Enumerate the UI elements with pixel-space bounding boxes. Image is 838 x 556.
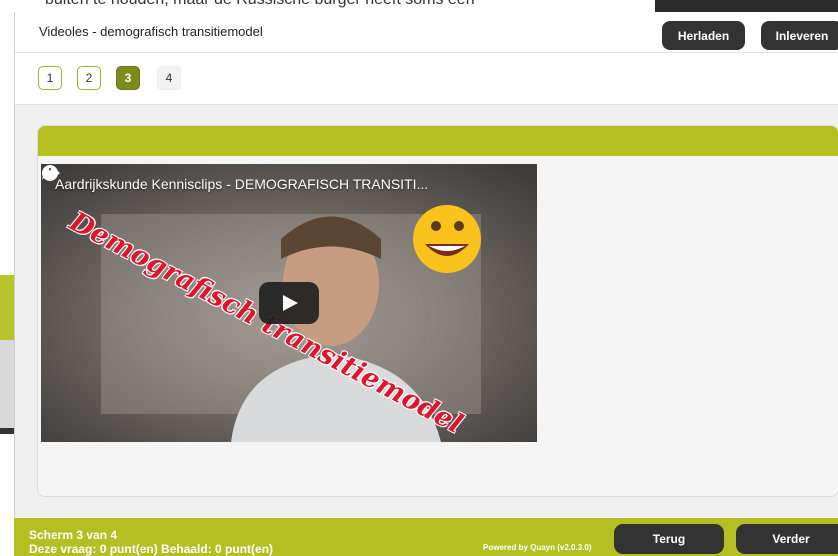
background-dark-line [0, 428, 14, 434]
page-navigator: 1 2 3 4 [15, 53, 838, 105]
video-player[interactable]: Aardrijkskunde Kennisclips - DEMOGRAFISC… [41, 164, 537, 442]
video-title: Aardrijkskunde Kennisclips - DEMOGRAFISC… [55, 176, 429, 192]
page-button-1[interactable]: 1 [38, 66, 62, 90]
share-icon[interactable] [41, 164, 61, 182]
next-button[interactable]: Verder [736, 524, 838, 554]
background-page: buiten te houden, maar de Russische burg… [0, 0, 660, 12]
play-icon[interactable] [259, 282, 319, 324]
dialog-header: Videoles - demografisch transitiemodel H… [15, 12, 838, 53]
background-text: buiten te houden, maar de Russische burg… [45, 0, 475, 9]
smiley-emoji [413, 205, 481, 273]
page-button-4[interactable]: 4 [157, 66, 181, 90]
footer-bar: Scherm 3 van 4 Deze vraag: 0 punt(en) Be… [14, 518, 838, 556]
page-button-2[interactable]: 2 [77, 66, 101, 90]
back-button[interactable]: Terug [614, 524, 724, 554]
background-green-bar [0, 275, 14, 340]
points-status: Deze vraag: 0 punt(en) Behaald: 0 punt(e… [29, 542, 274, 556]
powered-by-label: Powered by Quayn (v2.0.3.0) [483, 543, 592, 552]
content-card-header [38, 126, 838, 156]
screen-status: Scherm 3 van 4 [29, 528, 118, 542]
reload-button[interactable]: Herladen [662, 21, 745, 50]
submit-button[interactable]: Inleveren [761, 21, 838, 50]
background-grey-block [0, 340, 14, 430]
page-button-3[interactable]: 3 [116, 66, 140, 90]
dialog-title: Videoles - demografisch transitiemodel [39, 24, 263, 39]
